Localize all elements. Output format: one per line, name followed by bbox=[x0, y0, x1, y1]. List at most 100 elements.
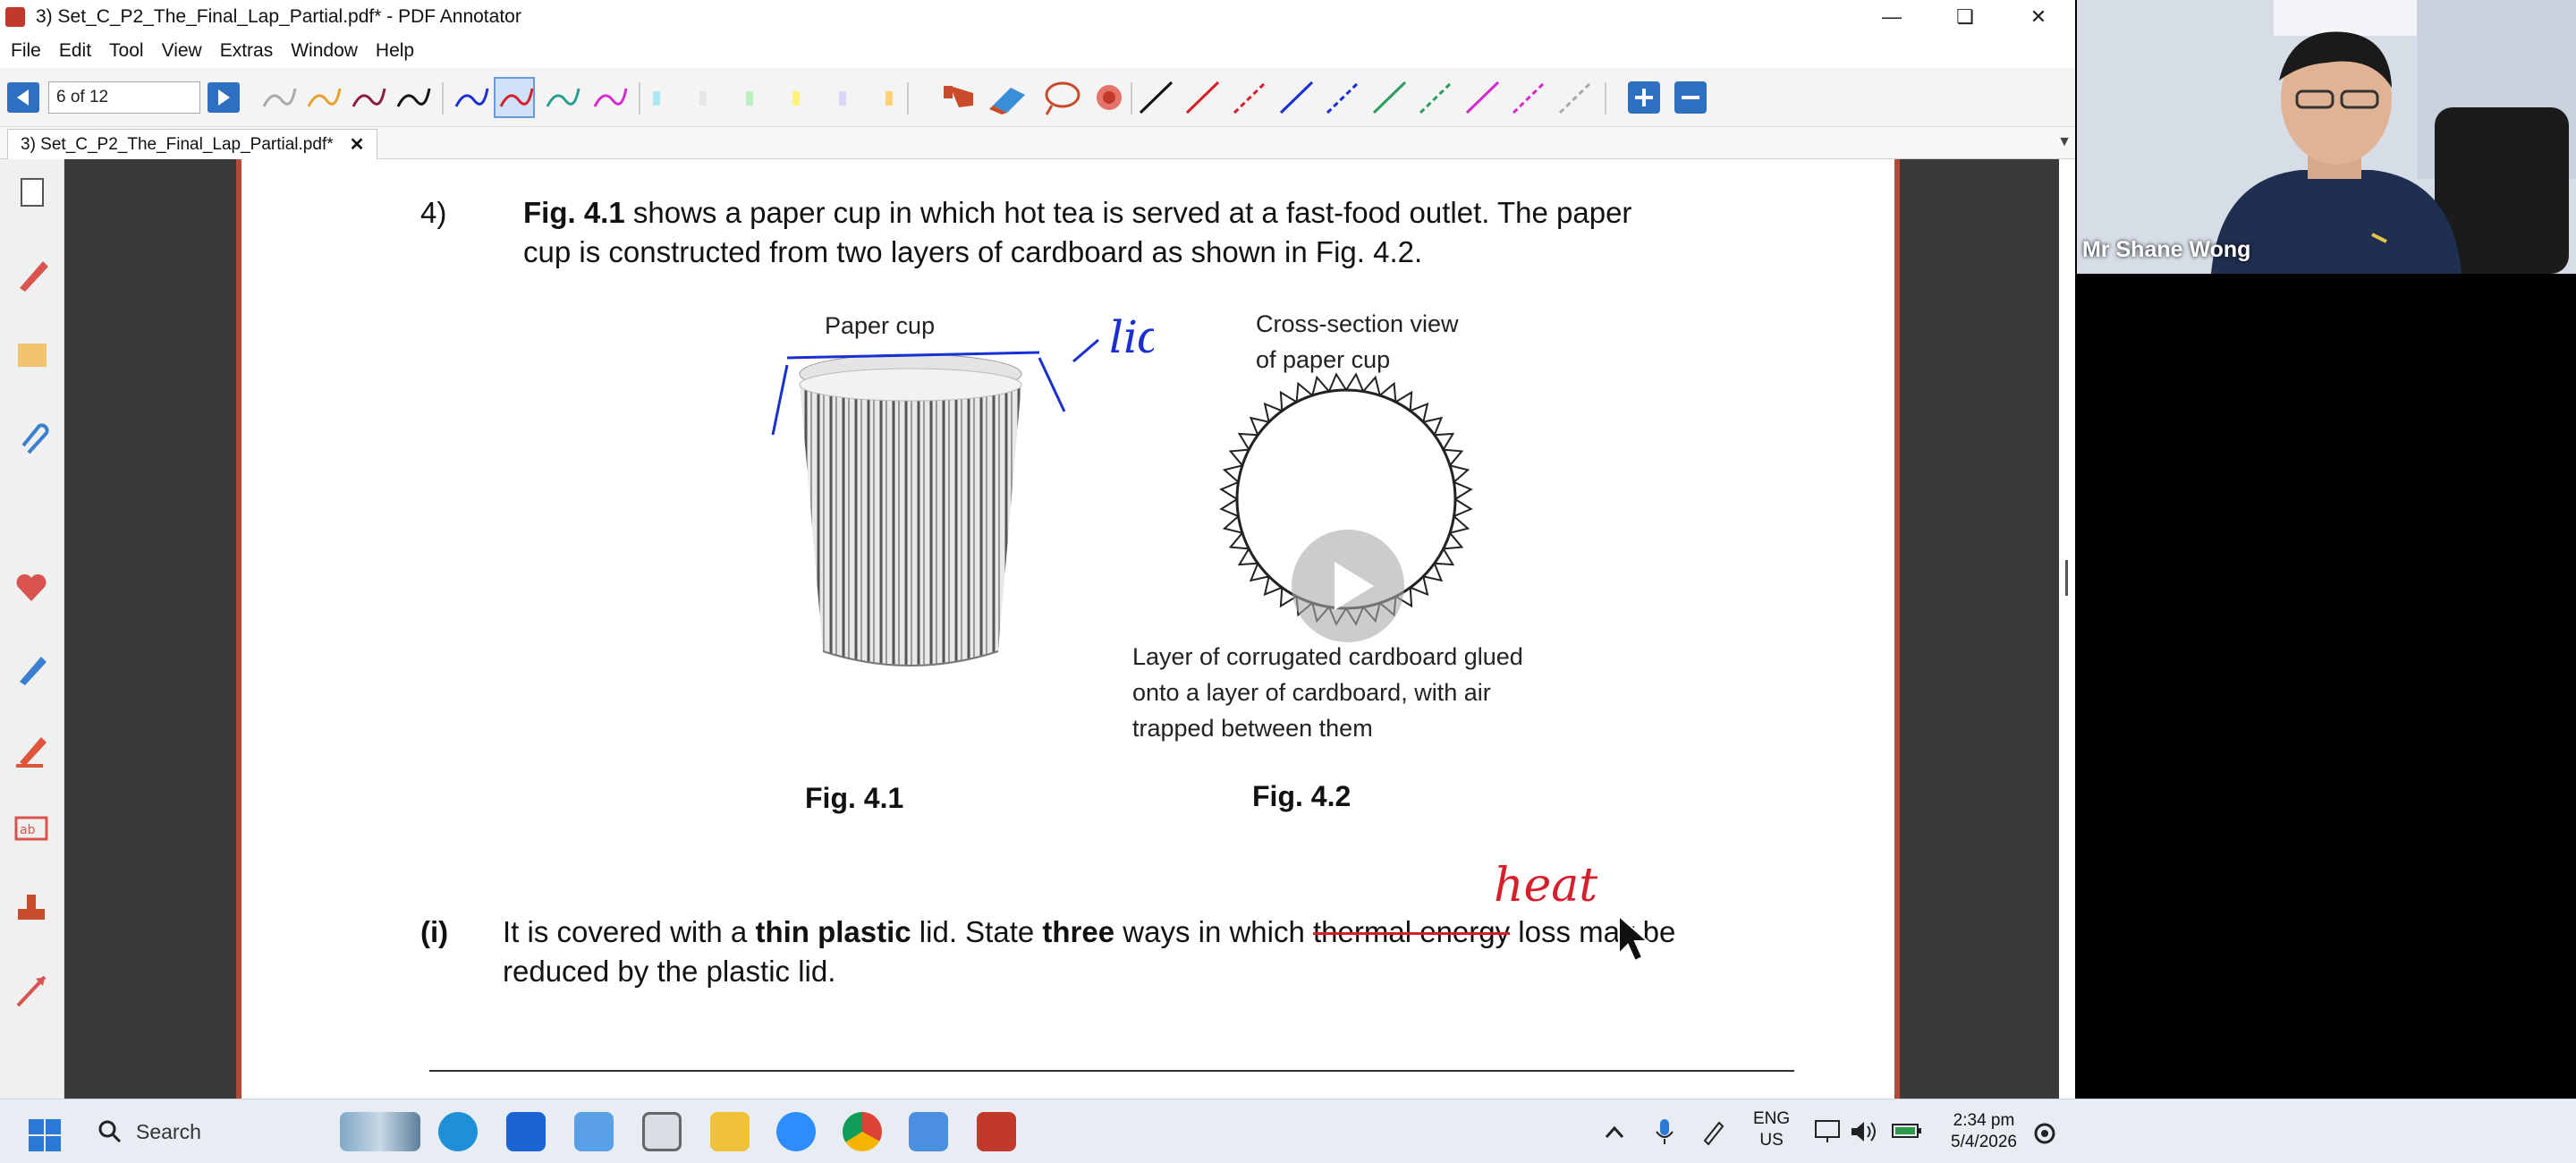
highlighter-yellow-icon[interactable] bbox=[792, 91, 800, 106]
windows-taskbar: Search ENG US 2:34 pm 5/4/2026 bbox=[0, 1099, 2576, 1163]
highlighter-lavender-icon[interactable] bbox=[839, 91, 846, 106]
pen-orange-icon[interactable] bbox=[307, 88, 342, 107]
tab-dropdown-icon[interactable]: ▼ bbox=[2057, 134, 2072, 150]
line-red-dashed-icon[interactable] bbox=[1233, 81, 1267, 115]
highlighter-white-icon[interactable] bbox=[699, 91, 707, 106]
menu-extras[interactable]: Extras bbox=[220, 40, 274, 62]
subq-bold-1: thin plastic bbox=[755, 915, 911, 948]
video-play-overlay-icon[interactable] bbox=[1292, 530, 1404, 642]
prev-page-icon[interactable] bbox=[7, 82, 39, 113]
close-icon[interactable]: ✕ bbox=[2002, 0, 2075, 34]
menu-bar: File Edit Tool View Extras Window Help bbox=[0, 34, 2075, 68]
line-black-icon[interactable] bbox=[1139, 81, 1174, 115]
layer-caption-2: onto a layer of cardboard, with air bbox=[1132, 679, 1491, 706]
favorites-heart-icon[interactable] bbox=[9, 562, 54, 612]
notification-settings-icon[interactable] bbox=[2032, 1121, 2057, 1146]
menu-help[interactable]: Help bbox=[376, 40, 414, 62]
layer-caption-3: trapped between them bbox=[1132, 715, 1373, 742]
subquestion-line-1: It is covered with a thin plastic lid. S… bbox=[503, 913, 1898, 952]
menu-edit[interactable]: Edit bbox=[59, 40, 91, 62]
menu-window[interactable]: Window bbox=[291, 40, 358, 62]
display-icon[interactable] bbox=[1814, 1119, 1841, 1144]
menu-file[interactable]: File bbox=[11, 40, 41, 62]
highlighter-green-icon[interactable] bbox=[746, 91, 753, 106]
vertical-scrollbar[interactable] bbox=[2059, 159, 2075, 1099]
battery-icon[interactable] bbox=[1891, 1119, 1923, 1142]
pdf-annotator-window: 3) Set_C_P2_The_Final_Lap_Partial.pdf* -… bbox=[0, 0, 2075, 1099]
tab-document[interactable]: 3) Set_C_P2_The_Final_Lap_Partial.pdf* ✕ bbox=[7, 129, 378, 159]
edge-browser-icon[interactable] bbox=[438, 1112, 478, 1151]
lasso-icon[interactable] bbox=[1045, 81, 1080, 115]
highlighter-icon[interactable] bbox=[9, 723, 54, 773]
lang-1: ENG bbox=[1753, 1109, 1791, 1128]
cross-section-caption-1: Cross-section view bbox=[1256, 310, 1459, 337]
snipping-tool-icon[interactable] bbox=[574, 1112, 614, 1151]
pen-teal-icon[interactable] bbox=[546, 88, 580, 107]
pen-icon[interactable] bbox=[9, 249, 54, 299]
maximize-icon[interactable]: ❏ bbox=[1928, 0, 2002, 34]
search-icon bbox=[98, 1120, 122, 1143]
eraser-icon[interactable] bbox=[989, 88, 1025, 115]
word-app-icon[interactable] bbox=[909, 1112, 948, 1151]
mouse-cursor-icon bbox=[1618, 914, 1650, 963]
line-green-icon[interactable] bbox=[1372, 81, 1407, 115]
weather-widget-icon[interactable] bbox=[340, 1112, 420, 1151]
heat-annotation: heat bbox=[1494, 859, 1598, 913]
fig-4-1-label: Fig. 4.1 bbox=[805, 782, 904, 814]
svg-text:ab: ab bbox=[20, 823, 36, 837]
tab-close-icon[interactable]: ✕ bbox=[350, 133, 365, 156]
page-icon[interactable] bbox=[9, 168, 54, 218]
pen-blue-icon[interactable] bbox=[454, 88, 489, 107]
menu-view[interactable]: View bbox=[162, 40, 202, 62]
zoom-icon[interactable] bbox=[776, 1112, 816, 1151]
struck-text: thermal energy bbox=[1313, 915, 1511, 948]
dropbox-icon[interactable] bbox=[506, 1112, 546, 1151]
highlighter-cyan-icon[interactable] bbox=[653, 91, 660, 106]
clock-time: 2:34 pm bbox=[1953, 1111, 2015, 1130]
pdf-annotator-taskbar-icon[interactable] bbox=[977, 1112, 1016, 1151]
document-viewer[interactable]: 4) Fig. 4.1 shows a paper cup in which h… bbox=[64, 159, 2059, 1099]
tab-label: 3) Set_C_P2_The_Final_Lap_Partial.pdf* bbox=[21, 134, 334, 154]
language-indicator[interactable]: ENG US bbox=[1753, 1108, 1790, 1151]
line-magenta-icon[interactable] bbox=[1465, 81, 1500, 115]
page-number-input[interactable] bbox=[48, 81, 200, 114]
remove-tool-icon[interactable] bbox=[1674, 81, 1707, 114]
menu-tool[interactable]: Tool bbox=[109, 40, 144, 62]
clock-app-icon[interactable] bbox=[642, 1112, 682, 1151]
highlighter-orange-icon[interactable] bbox=[886, 91, 893, 106]
line-green-dashed-icon[interactable] bbox=[1419, 81, 1453, 115]
line-blue-icon[interactable] bbox=[1279, 81, 1314, 115]
line-blue-dashed-icon[interactable] bbox=[1326, 81, 1360, 115]
folder-icon[interactable] bbox=[9, 329, 54, 379]
chrome-icon[interactable] bbox=[843, 1112, 882, 1151]
line-gray-dashed-icon[interactable] bbox=[1558, 81, 1593, 115]
participant-name: Mr Shane Wong bbox=[2082, 237, 2251, 262]
pen-settings-icon[interactable] bbox=[1699, 1117, 1726, 1146]
arrow-icon[interactable] bbox=[9, 964, 54, 1014]
pen-gray-icon[interactable] bbox=[262, 88, 297, 107]
pen-magenta-icon[interactable] bbox=[593, 88, 628, 107]
laser-pointer-icon[interactable] bbox=[1097, 85, 1122, 110]
add-tool-icon[interactable] bbox=[1628, 81, 1660, 114]
attachment-icon[interactable] bbox=[9, 410, 54, 460]
text-box-icon[interactable]: ab bbox=[9, 803, 54, 853]
volume-icon[interactable] bbox=[1850, 1119, 1878, 1144]
microphone-icon[interactable] bbox=[1651, 1117, 1678, 1146]
file-explorer-icon[interactable] bbox=[710, 1112, 750, 1151]
clock[interactable]: 2:34 pm 5/4/2026 bbox=[1943, 1110, 2025, 1153]
marker-blue-icon[interactable] bbox=[9, 642, 54, 692]
minimize-icon[interactable]: — bbox=[1855, 0, 1928, 34]
line-red-icon[interactable] bbox=[1185, 81, 1220, 115]
stamp-icon[interactable] bbox=[9, 884, 54, 934]
line-magenta-dashed-icon[interactable] bbox=[1512, 81, 1546, 115]
windows-start-icon[interactable] bbox=[27, 1117, 63, 1153]
next-page-icon[interactable] bbox=[208, 82, 240, 113]
chevron-up-icon[interactable] bbox=[1603, 1121, 1626, 1144]
tab-bar: 3) Set_C_P2_The_Final_Lap_Partial.pdf* ✕… bbox=[0, 127, 2075, 159]
subquestion-line-2: reduced by the plastic lid. bbox=[503, 955, 836, 988]
pen-black-icon[interactable] bbox=[396, 88, 431, 107]
hand-tool-icon[interactable] bbox=[944, 86, 973, 107]
subq-text-1: It is covered with a bbox=[503, 915, 756, 948]
pdf-page: 4) Fig. 4.1 shows a paper cup in which h… bbox=[236, 159, 1900, 1099]
pen-maroon-icon[interactable] bbox=[352, 88, 386, 107]
